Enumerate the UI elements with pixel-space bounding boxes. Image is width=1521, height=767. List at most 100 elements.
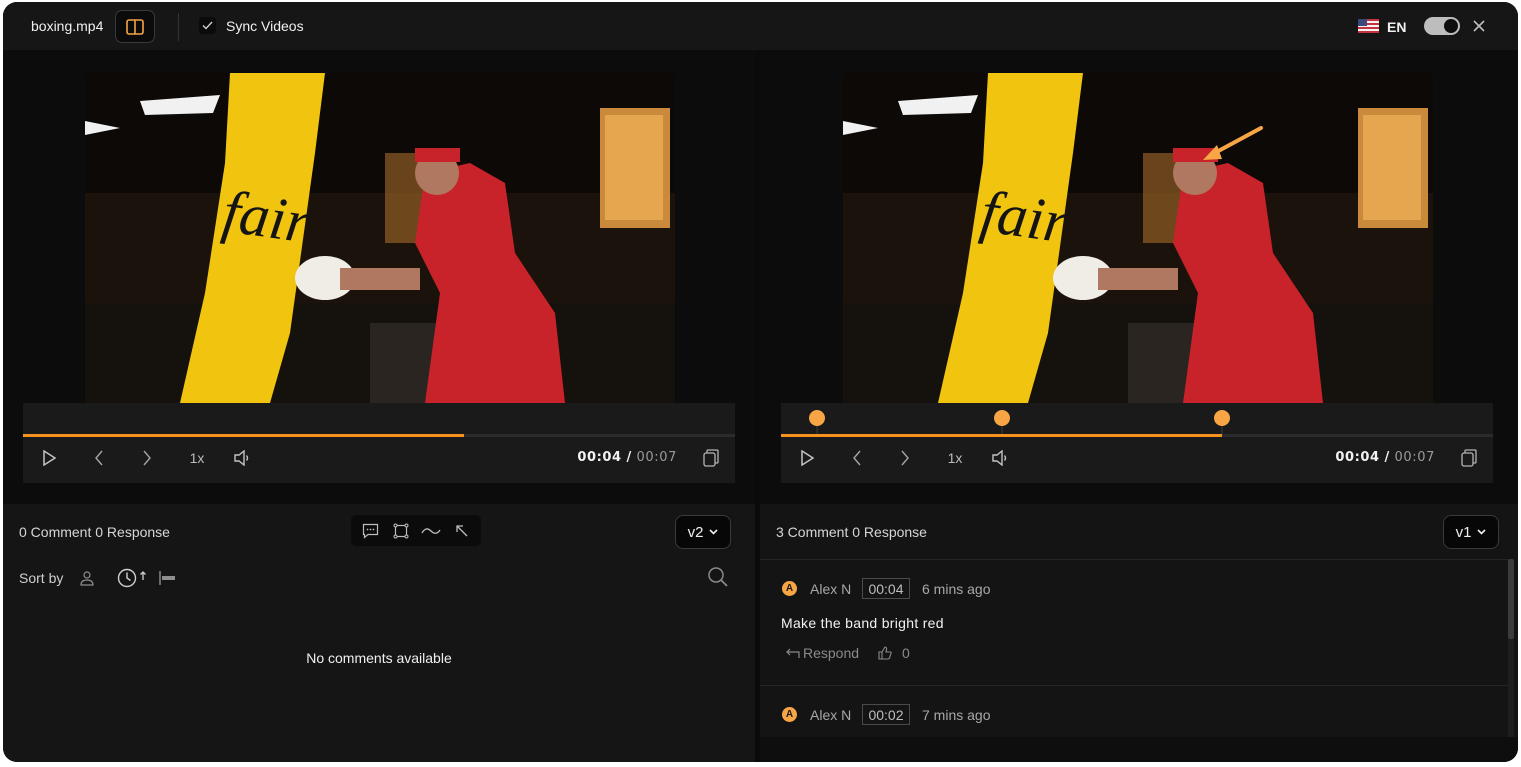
current-time: 00:04 bbox=[577, 450, 622, 465]
timeline-track-left[interactable] bbox=[23, 434, 735, 437]
avatar: A bbox=[782, 581, 797, 596]
sync-videos-checkbox[interactable] bbox=[199, 17, 216, 34]
timeline-position-icon bbox=[159, 571, 175, 585]
playback-speed-button[interactable]: 1x bbox=[185, 448, 209, 468]
sync-videos-label: Sync Videos bbox=[226, 18, 304, 34]
comment-count: 3 Comment 0 Response bbox=[776, 524, 927, 540]
comment-time-ago: 6 mins ago bbox=[922, 581, 991, 597]
left-comments-panel: 0 Comment 0 Response v2 Sort by No comme… bbox=[3, 504, 755, 762]
chevron-down-icon bbox=[1477, 529, 1486, 535]
split-view-icon bbox=[126, 18, 144, 35]
search-icon[interactable] bbox=[707, 566, 729, 588]
version-selector-left[interactable]: v2 bbox=[675, 515, 731, 549]
clock-sort-ascending-icon bbox=[117, 568, 146, 588]
version-selector-right[interactable]: v1 bbox=[1443, 515, 1499, 549]
language-selector[interactable]: EN bbox=[1387, 19, 1406, 35]
time-separator: / bbox=[626, 450, 632, 465]
comments-scrollbar[interactable] bbox=[1508, 559, 1514, 737]
thumbs-up-icon bbox=[878, 646, 892, 660]
comment-timestamp-button[interactable]: 00:02 bbox=[862, 704, 910, 725]
previous-frame-button[interactable] bbox=[847, 448, 867, 468]
comment-marker[interactable] bbox=[1214, 410, 1231, 434]
copy-frame-button[interactable] bbox=[1459, 448, 1479, 468]
player-controls-right: 1x 00:04 / 00:07 bbox=[781, 403, 1493, 483]
file-name: boxing.mp4 bbox=[31, 18, 104, 34]
chevron-right-icon bbox=[901, 450, 909, 466]
close-icon[interactable] bbox=[1469, 16, 1489, 36]
version-label: v1 bbox=[1455, 523, 1472, 541]
player-controls-left: 1x 00:04 / 00:07 bbox=[23, 403, 735, 483]
total-time: 00:07 bbox=[636, 450, 677, 465]
chevron-down-icon bbox=[709, 529, 718, 535]
scrollbar-thumb[interactable] bbox=[1508, 559, 1514, 639]
comment-text: Make the band bright red bbox=[781, 615, 944, 631]
copy-icon bbox=[1461, 449, 1477, 467]
play-button[interactable] bbox=[797, 448, 817, 468]
timeline-progress-left bbox=[23, 434, 465, 437]
boxing-scene-image: fair bbox=[85, 73, 675, 403]
reply-icon bbox=[786, 648, 800, 658]
respond-label: Respond bbox=[803, 645, 860, 661]
copy-frame-button[interactable] bbox=[701, 448, 721, 468]
comment-timestamp-button[interactable]: 00:04 bbox=[862, 578, 910, 599]
comment-list: A Alex N 00:04 6 mins ago Make the band … bbox=[760, 559, 1508, 737]
chevron-left-icon bbox=[95, 450, 103, 466]
time-separator: / bbox=[1384, 450, 1390, 465]
comment-author: Alex N bbox=[810, 581, 852, 597]
video-compare-app: boxing.mp4 Sync Videos EN fair 1x 00:04 … bbox=[3, 2, 1518, 762]
comment-time-ago: 7 mins ago bbox=[922, 707, 991, 723]
panel-footer bbox=[760, 737, 1518, 762]
chevron-right-icon bbox=[143, 450, 151, 466]
left-video-pane: fair 1x 00:04 / 00:07 bbox=[3, 50, 755, 504]
sort-by-time-button[interactable] bbox=[117, 568, 149, 588]
video-frame-left[interactable]: fair bbox=[85, 73, 675, 403]
chevron-left-icon bbox=[853, 450, 861, 466]
total-time: 00:07 bbox=[1394, 450, 1435, 465]
comment-tool-icon[interactable] bbox=[359, 520, 381, 542]
theme-toggle[interactable] bbox=[1424, 17, 1460, 35]
comment-marker[interactable] bbox=[993, 410, 1010, 434]
check-icon bbox=[202, 21, 213, 30]
volume-button[interactable] bbox=[231, 448, 253, 468]
volume-icon bbox=[992, 450, 1007, 466]
current-time: 00:04 bbox=[1335, 450, 1380, 465]
copy-icon bbox=[703, 449, 719, 467]
boxing-scene-image: fair bbox=[843, 73, 1433, 403]
comment-item[interactable]: A Alex N 00:02 7 mins ago bbox=[760, 685, 1508, 737]
arrow-tool-icon[interactable] bbox=[451, 520, 473, 542]
playback-speed-button[interactable]: 1x bbox=[943, 448, 967, 468]
time-readout-left: 00:04 / 00:07 bbox=[577, 450, 677, 465]
play-button[interactable] bbox=[39, 448, 59, 468]
respond-button[interactable]: Respond bbox=[786, 645, 859, 661]
svg-text:fair: fair bbox=[219, 178, 315, 256]
volume-button[interactable] bbox=[989, 448, 1011, 468]
comment-item[interactable]: A Alex N 00:04 6 mins ago Make the band … bbox=[760, 560, 1508, 685]
timeline-track-right[interactable] bbox=[781, 434, 1493, 437]
play-icon bbox=[801, 450, 814, 466]
split-layout-button[interactable] bbox=[115, 10, 155, 43]
comment-marker[interactable] bbox=[808, 410, 825, 434]
toolbar-divider bbox=[178, 13, 179, 41]
previous-frame-button[interactable] bbox=[89, 448, 109, 468]
sort-by-label: Sort by bbox=[19, 570, 64, 586]
version-label: v2 bbox=[687, 523, 704, 541]
next-frame-button[interactable] bbox=[137, 448, 157, 468]
right-video-pane: fair 1x 00:04 / 00:07 bbox=[760, 50, 1518, 504]
sort-by-position-button[interactable] bbox=[158, 568, 176, 588]
sort-by-user-button[interactable] bbox=[79, 568, 95, 588]
video-frame-right[interactable]: fair bbox=[843, 73, 1433, 403]
user-icon bbox=[80, 571, 94, 586]
us-flag-icon[interactable] bbox=[1358, 19, 1379, 33]
toggle-knob bbox=[1444, 19, 1458, 33]
freehand-tool-icon[interactable] bbox=[420, 520, 442, 542]
volume-icon bbox=[234, 450, 249, 466]
annotation-toolbar bbox=[351, 515, 481, 546]
next-frame-button[interactable] bbox=[895, 448, 915, 468]
empty-comments-message: No comments available bbox=[306, 650, 452, 666]
comment-author: Alex N bbox=[810, 707, 852, 723]
avatar: A bbox=[782, 707, 797, 722]
timeline-progress-right bbox=[781, 434, 1223, 437]
rectangle-tool-icon[interactable] bbox=[390, 520, 412, 542]
like-button[interactable]: 0 bbox=[878, 645, 910, 661]
top-bar: boxing.mp4 Sync Videos EN bbox=[3, 2, 1518, 50]
